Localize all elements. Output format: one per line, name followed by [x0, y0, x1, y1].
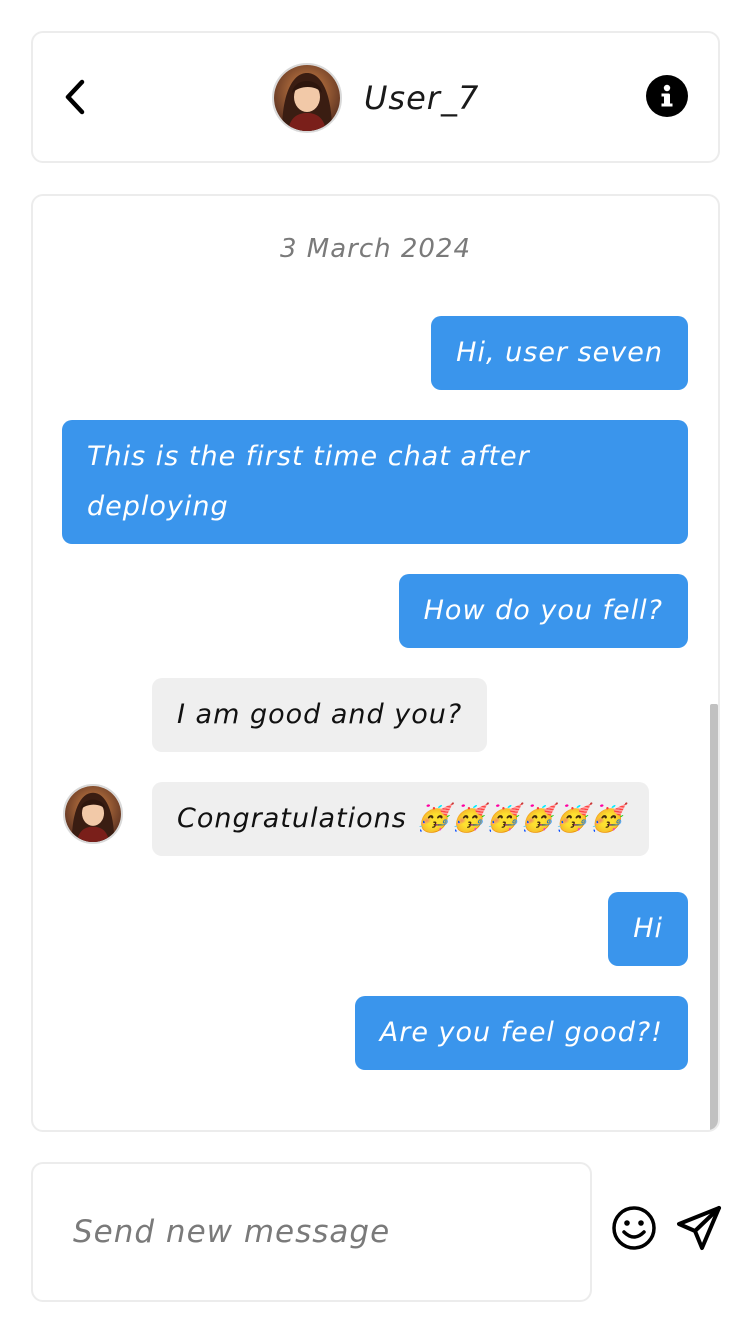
smiley-icon [612, 1206, 656, 1250]
emoji-button[interactable] [611, 1205, 657, 1251]
contact-name: User_7 [364, 79, 480, 117]
message-bubble-outgoing: Are you feel good?! [354, 996, 688, 1070]
message-list[interactable]: 3 March 2024 Hi, user seven This is the … [31, 194, 720, 1132]
date-separator: 3 March 2024 [279, 234, 472, 264]
back-button[interactable] [55, 73, 95, 121]
message-bubble-outgoing: Hi [608, 892, 688, 966]
chevron-left-icon [65, 79, 85, 115]
message-bubble-outgoing: This is the first time chat after deploy… [62, 420, 688, 544]
message-bubble-incoming: Congratulations 🥳🥳🥳🥳🥳🥳 [152, 782, 650, 856]
avatar [272, 63, 342, 133]
message-bubble-outgoing: How do you fell? [398, 574, 688, 648]
send-button[interactable] [675, 1204, 723, 1252]
message-input[interactable] [73, 1208, 553, 1256]
chat-header: User_7 [31, 31, 720, 163]
message-composer [31, 1162, 592, 1302]
contact-info[interactable]: User_7 [272, 63, 479, 133]
message-bubble-incoming: I am good and you? [152, 678, 488, 752]
info-button[interactable] [646, 75, 688, 117]
scrollbar[interactable] [710, 704, 718, 1130]
paper-plane-icon [677, 1206, 721, 1250]
info-icon [661, 84, 673, 107]
message-bubble-outgoing: Hi, user seven [431, 316, 688, 390]
contact-avatar [63, 784, 123, 844]
